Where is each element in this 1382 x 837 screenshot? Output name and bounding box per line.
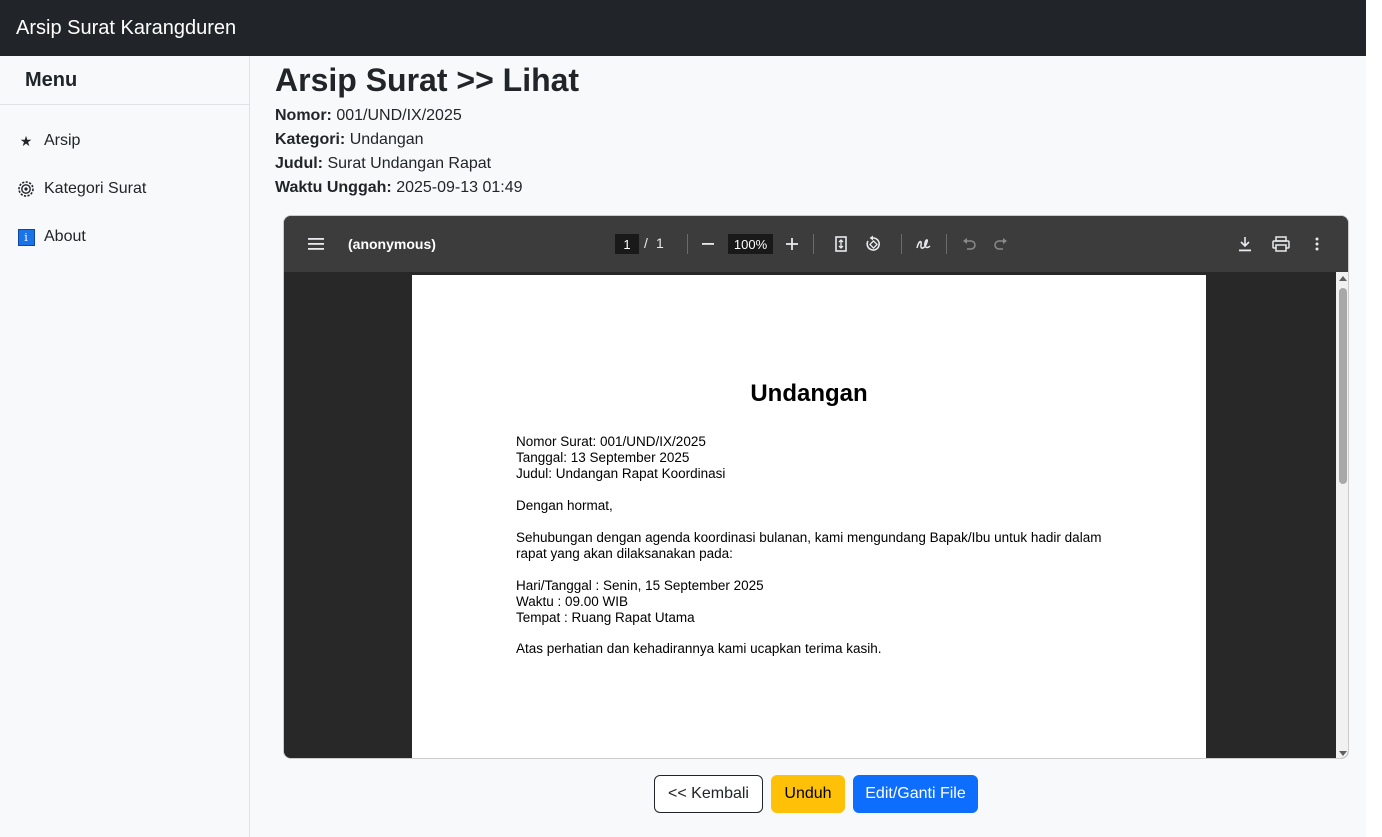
document-line: Dengan hormat, <box>516 498 613 513</box>
menu-icon[interactable] <box>304 232 328 256</box>
meta-value: 001/UND/IX/2025 <box>336 107 462 124</box>
meta-label: Nomor: <box>275 107 332 124</box>
print-icon[interactable] <box>1269 232 1293 256</box>
download-button[interactable]: Unduh <box>771 775 845 813</box>
meta-nomor: Nomor: 001/UND/IX/2025 <box>275 104 1355 128</box>
scrollbar-thumb[interactable] <box>1339 288 1347 484</box>
back-button[interactable]: << Kembali <box>654 775 763 813</box>
meta-value: Undangan <box>349 131 424 148</box>
rotate-icon[interactable] <box>861 232 885 256</box>
sidebar-item-arsip[interactable]: ★ Arsip <box>0 117 249 165</box>
toolbar-divider <box>687 234 688 254</box>
document-line: Sehubungan dengan agenda koordinasi bula… <box>516 530 1102 545</box>
page-number-input[interactable]: 1 <box>615 234 639 254</box>
page-scrollbar[interactable] <box>1366 0 1382 837</box>
annotate-icon[interactable] <box>912 232 936 256</box>
zoom-level-input[interactable]: 100% <box>728 234 773 254</box>
meta-value: 2025-09-13 01:49 <box>396 179 523 196</box>
navbar: Arsip Surat Karangduren <box>0 0 1366 56</box>
gear-icon <box>17 180 35 198</box>
scroll-down-icon[interactable] <box>1339 751 1347 756</box>
redo-icon[interactable] <box>989 232 1013 256</box>
document-line: Nomor Surat: 001/UND/IX/2025 <box>516 434 706 449</box>
zoom-out-icon[interactable] <box>696 232 720 256</box>
pdf-file-title: (anonymous) <box>348 236 436 252</box>
document-line: Hari/Tanggal : Senin, 15 September 2025 <box>516 578 764 593</box>
toolbar-divider <box>813 234 814 254</box>
meta-waktu-unggah: Waktu Unggah: 2025-09-13 01:49 <box>275 176 1355 200</box>
meta-label: Kategori: <box>275 131 346 148</box>
sidebar-item-kategori-surat[interactable]: Kategori Surat <box>0 165 249 213</box>
document-line: Tanggal: 13 September 2025 <box>516 450 690 465</box>
star-icon: ★ <box>19 132 33 149</box>
toolbar-divider <box>901 234 902 254</box>
scroll-up-icon[interactable] <box>1339 276 1347 281</box>
sidebar-item-label: About <box>44 228 86 245</box>
sidebar-item-label: Kategori Surat <box>44 180 147 197</box>
page-separator: / <box>644 235 648 251</box>
download-icon[interactable] <box>1233 232 1257 256</box>
meta-label: Judul: <box>275 155 323 172</box>
sidebar-item-label: Arsip <box>44 132 81 149</box>
document-line: Atas perhatian dan kehadirannya kami uca… <box>516 641 882 656</box>
document-line: Judul: Undangan Rapat Koordinasi <box>516 466 726 481</box>
app-title[interactable]: Arsip Surat Karangduren <box>16 17 236 40</box>
undo-icon[interactable] <box>957 232 981 256</box>
meta-judul: Judul: Surat Undangan Rapat <box>275 152 1355 176</box>
sidebar-item-about[interactable]: i About <box>0 213 249 261</box>
info-icon: i <box>17 228 35 246</box>
meta-value: Surat Undangan Rapat <box>327 155 492 172</box>
meta-kategori: Kategori: Undangan <box>275 128 1355 152</box>
pdf-page: Undangan Nomor Surat: 001/UND/IX/2025 Ta… <box>412 275 1206 758</box>
page-title: Arsip Surat >> Lihat <box>275 62 580 98</box>
document-heading: Undangan <box>750 380 868 407</box>
pdf-scrollbar[interactable] <box>1336 272 1348 758</box>
meta-label: Waktu Unggah: <box>275 179 392 196</box>
document-line: rapat yang akan dilaksanakan pada: <box>516 546 733 561</box>
sidebar: Menu ★ Arsip Kategori Surat i About <box>0 56 250 837</box>
more-options-icon[interactable] <box>1305 232 1329 256</box>
document-line: Waktu : 09.00 WIB <box>516 594 629 609</box>
sidebar-header: Menu <box>0 56 249 105</box>
letter-metadata: Nomor: 001/UND/IX/2025 Kategori: Undanga… <box>275 104 1355 200</box>
toolbar-divider <box>946 234 947 254</box>
pdf-viewer: (anonymous) 1 / 1 100% Undangan Nomor Su… <box>283 215 1349 759</box>
edit-replace-file-button[interactable]: Edit/Ganti File <box>853 775 978 813</box>
sidebar-menu: ★ Arsip Kategori Surat i About <box>0 105 249 261</box>
zoom-in-icon[interactable] <box>780 232 804 256</box>
fit-page-icon[interactable] <box>829 232 853 256</box>
main-content: Arsip Surat >> Lihat Nomor: 001/UND/IX/2… <box>275 56 1355 200</box>
document-line: Tempat : Ruang Rapat Utama <box>516 610 695 625</box>
action-buttons: << Kembali Unduh Edit/Ganti File <box>0 775 1382 813</box>
pdf-toolbar: (anonymous) 1 / 1 100% <box>284 216 1348 272</box>
page-total: 1 <box>656 235 664 251</box>
pdf-canvas-area[interactable]: Undangan Nomor Surat: 001/UND/IX/2025 Ta… <box>284 272 1348 758</box>
